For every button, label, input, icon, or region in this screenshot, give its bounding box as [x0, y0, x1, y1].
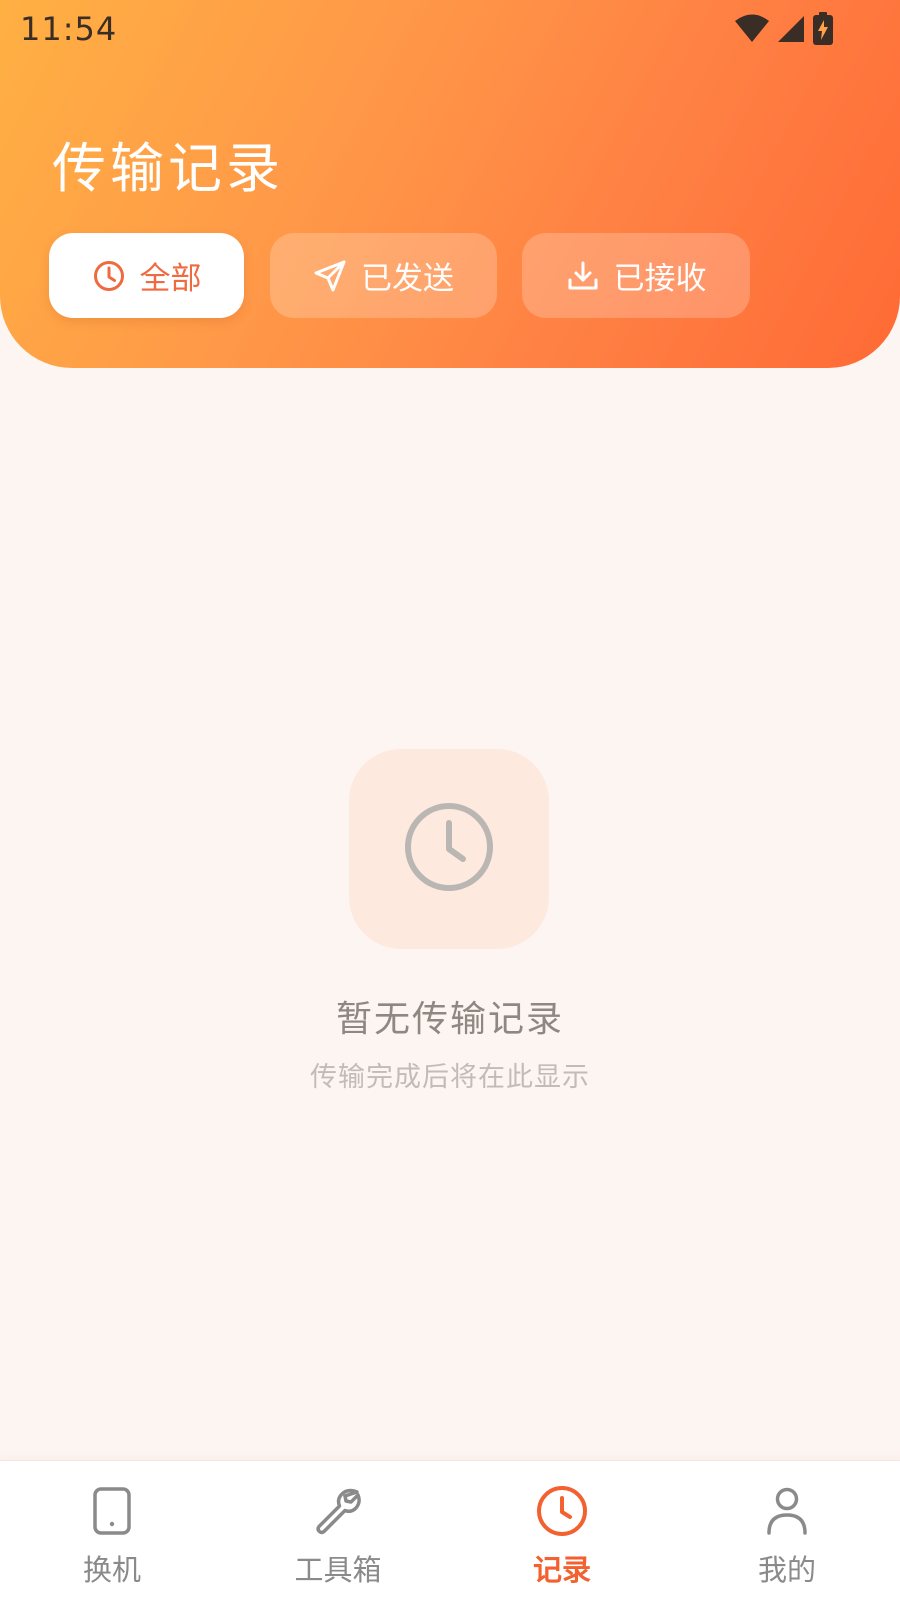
empty-state-subtitle: 传输完成后将在此显示 — [310, 1062, 590, 1093]
nav-item-toolbox[interactable]: 工具箱 — [248, 1461, 428, 1601]
nav-item-mine[interactable]: 我的 — [697, 1461, 877, 1601]
nav-label-toolbox: 工具箱 — [294, 1553, 382, 1587]
user-icon — [765, 1485, 809, 1537]
nav-item-records[interactable]: 记录 — [472, 1461, 652, 1601]
tab-received[interactable]: 已接收 — [522, 233, 750, 318]
tab-all-label: 全部 — [139, 261, 202, 297]
send-icon — [313, 259, 347, 293]
tab-sent[interactable]: 已发送 — [270, 233, 497, 318]
empty-state-icon-box — [349, 749, 549, 949]
page-title: 传输记录 — [52, 137, 284, 200]
status-icons — [734, 12, 834, 46]
wrench-icon — [313, 1485, 363, 1537]
nav-label-mine: 我的 — [757, 1553, 816, 1587]
tab-sent-label: 已发送 — [361, 261, 454, 297]
signal-icon — [776, 14, 806, 44]
nav-label-records: 记录 — [532, 1553, 591, 1587]
wifi-icon — [734, 14, 770, 44]
status-time: 11:54 — [20, 10, 118, 48]
download-icon — [566, 259, 600, 293]
bottom-nav: 换机 工具箱 记录 我的 — [0, 1460, 900, 1601]
status-bar: 11:54 — [0, 0, 900, 60]
nav-item-swap[interactable]: 换机 — [22, 1461, 202, 1601]
nav-label-swap: 换机 — [82, 1553, 141, 1587]
battery-charging-icon — [812, 12, 834, 46]
clock-icon — [92, 259, 126, 293]
tab-all[interactable]: 全部 — [49, 233, 244, 318]
tab-received-label: 已接收 — [613, 261, 707, 297]
empty-state-title: 暂无传输记录 — [335, 999, 564, 1040]
phone-icon — [92, 1485, 132, 1537]
header: 11:54 传输记录 全部 已发送 已接收 — [0, 0, 900, 368]
clock-icon — [401, 799, 497, 899]
clock-icon — [535, 1485, 589, 1537]
